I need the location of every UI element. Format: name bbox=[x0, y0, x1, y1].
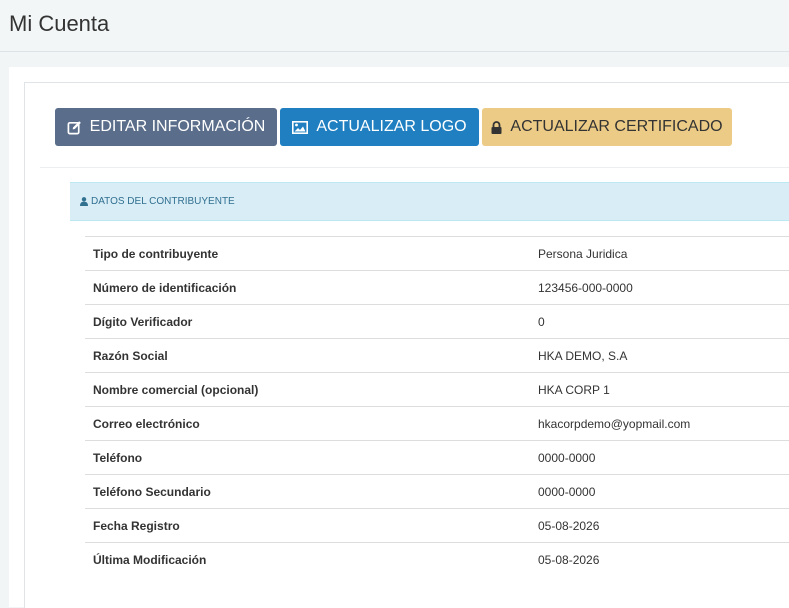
row-label: Razón Social bbox=[93, 348, 168, 363]
row-label: Nombre comercial (opcional) bbox=[93, 382, 259, 397]
table-row: Nombre comercial (opcional) HKA CORP 1 bbox=[85, 372, 789, 406]
table-row: Razón Social HKA DEMO, S.A bbox=[85, 338, 789, 372]
edit-info-button[interactable]: EDITAR INFORMACIÓN bbox=[55, 108, 277, 146]
table-row: Tipo de contribuyente Persona Juridica bbox=[85, 236, 789, 270]
image-icon bbox=[292, 120, 309, 134]
table-row: Última Modificación 05-08-2026 bbox=[85, 542, 789, 577]
divider bbox=[40, 167, 789, 168]
row-label: Tipo de contribuyente bbox=[93, 246, 219, 261]
page-header: Mi Cuenta bbox=[0, 0, 789, 52]
user-icon bbox=[80, 193, 88, 211]
table-row: Teléfono 0000-0000 bbox=[85, 440, 789, 474]
section-title: DATOS DEL CONTRIBUYENTE bbox=[91, 196, 235, 207]
row-value: 123456-000-0000 bbox=[538, 280, 633, 295]
row-value: 05-08-2026 bbox=[538, 518, 600, 533]
row-value: 0000-0000 bbox=[538, 484, 596, 499]
table-row: Correo electrónico hkacorpdemo@yopmail.c… bbox=[85, 406, 789, 440]
account-box: EDITAR INFORMACIÓN ACTUALIZAR LOGO ACTUA… bbox=[24, 82, 789, 608]
taxpayer-table: Tipo de contribuyente Persona Juridica N… bbox=[85, 236, 789, 577]
row-label: Fecha Registro bbox=[93, 518, 180, 533]
update-logo-button[interactable]: ACTUALIZAR LOGO bbox=[280, 108, 479, 146]
row-label: Última Modificación bbox=[93, 553, 207, 567]
row-value: 0 bbox=[538, 314, 545, 329]
content-panel: EDITAR INFORMACIÓN ACTUALIZAR LOGO ACTUA… bbox=[9, 67, 789, 608]
row-value: 0000-0000 bbox=[538, 450, 596, 465]
page-title: Mi Cuenta bbox=[9, 11, 110, 36]
edit-info-label: EDITAR INFORMACIÓN bbox=[89, 118, 266, 135]
table-row: Número de identificación 123456-000-0000 bbox=[85, 270, 789, 304]
row-value: hkacorpdemo@yopmail.com bbox=[538, 416, 691, 431]
update-certificate-label: ACTUALIZAR CERTIFICADO bbox=[510, 118, 723, 135]
row-label: Correo electrónico bbox=[93, 416, 200, 431]
row-label: Dígito Verificador bbox=[93, 314, 193, 329]
table-row: Teléfono Secundario 0000-0000 bbox=[85, 474, 789, 508]
row-label: Teléfono Secundario bbox=[93, 484, 211, 499]
update-logo-label: ACTUALIZAR LOGO bbox=[316, 118, 467, 135]
pencil-square-icon bbox=[67, 120, 82, 135]
row-value: HKA CORP 1 bbox=[538, 382, 610, 397]
table-row: Fecha Registro 05-08-2026 bbox=[85, 508, 789, 542]
row-label: Número de identificación bbox=[93, 280, 237, 295]
row-value: Persona Juridica bbox=[538, 246, 628, 261]
taxpayer-section-header: DATOS DEL CONTRIBUYENTE bbox=[70, 182, 789, 221]
table-row: Dígito Verificador 0 bbox=[85, 304, 789, 338]
lock-icon bbox=[491, 120, 502, 134]
row-value: HKA DEMO, S.A bbox=[538, 348, 628, 363]
row-label: Teléfono bbox=[93, 450, 143, 465]
row-value: 05-08-2026 bbox=[538, 553, 600, 567]
update-certificate-button[interactable]: ACTUALIZAR CERTIFICADO bbox=[482, 108, 732, 146]
